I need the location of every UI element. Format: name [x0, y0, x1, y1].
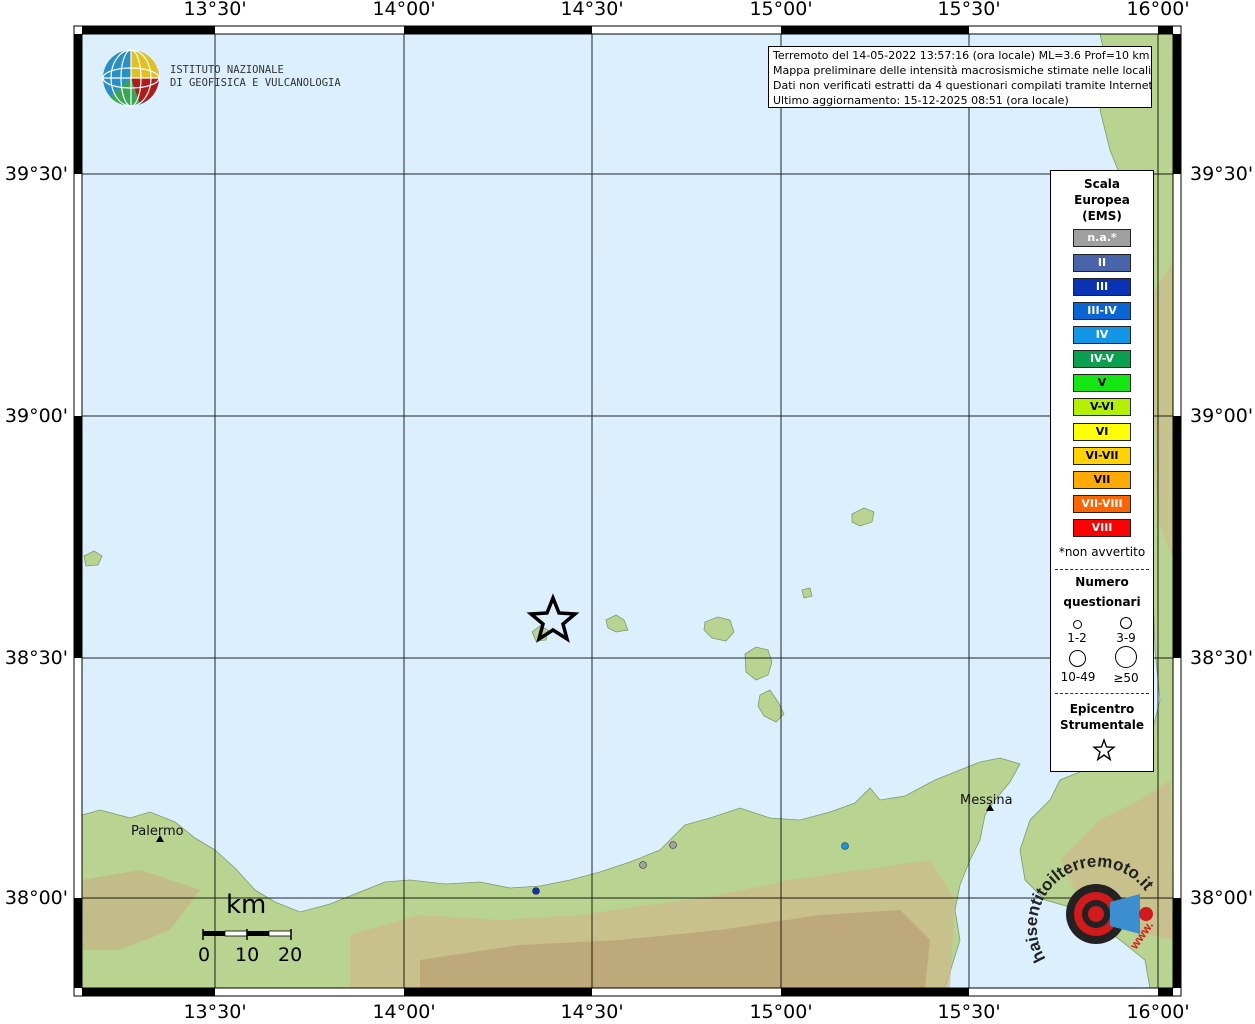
legend-title-line2: Europea: [1074, 193, 1130, 207]
lat-label-right: 38°30': [1190, 647, 1254, 669]
ems-swatch: V-VI: [1073, 398, 1131, 416]
lat-label-left: 38°30': [4, 647, 68, 669]
legend-divider: [1055, 569, 1149, 570]
star-icon: [1092, 738, 1116, 762]
lat-label-right: 39°00': [1190, 405, 1254, 427]
lat-label-right: 39°30': [1190, 163, 1254, 185]
place-label-palermo: Palermo: [131, 824, 184, 839]
ems-swatch: IV: [1073, 326, 1131, 344]
epicenter-title-line2: Strumentale: [1059, 718, 1145, 732]
lon-label-top: 15°30': [937, 0, 1001, 20]
scale-label: 0: [198, 944, 211, 966]
legend-title-line1: Scala: [1083, 177, 1121, 191]
lon-label-top: 16°00': [1126, 0, 1190, 20]
legend-note: *non avvertito: [1058, 545, 1146, 559]
lon-label-top: 13°30': [183, 0, 247, 20]
ems-swatch: n.a.*: [1073, 229, 1131, 247]
scale-ruler: [202, 929, 292, 940]
scale-bar: km 0 10 20: [198, 890, 308, 970]
legend-panel: Scala Europea (EMS) n.a.* II III III-IV IV IV…: [1050, 170, 1154, 772]
count-label: ≥50: [1113, 671, 1139, 685]
event-info-line: Mappa preliminare delle intensità macros…: [773, 64, 1152, 77]
count-circle-small: [1073, 620, 1082, 629]
lat-label-right: 38°00': [1190, 887, 1254, 909]
observation-point: [639, 861, 647, 869]
event-info-box: Terremoto del 14-05-2022 13:57:16 (ora l…: [768, 46, 1152, 108]
ems-swatch: IV-V: [1073, 350, 1131, 368]
ems-swatch: II: [1073, 254, 1131, 272]
lat-label-left: 39°00': [4, 405, 68, 427]
scale-unit: km: [226, 890, 267, 920]
lon-label-bottom: 15°00': [749, 1001, 813, 1023]
place-label-messina: Messina: [960, 793, 1013, 808]
count-label: 10-49: [1060, 670, 1096, 684]
count-label: 1-2: [1067, 631, 1087, 645]
ems-swatch: V: [1073, 374, 1131, 392]
ems-swatch: VIII: [1073, 519, 1131, 537]
observation-point: [532, 887, 540, 895]
event-info-line: Dati non verificati estratti da 4 questi…: [773, 79, 1152, 92]
lon-label-top: 15°00': [749, 0, 813, 20]
count-title-line1: Numero: [1075, 575, 1129, 589]
observation-point: [841, 842, 849, 850]
legend-divider: [1055, 693, 1149, 694]
globe-icon: [102, 49, 160, 107]
ems-swatch: VI-VII: [1073, 447, 1131, 465]
legend-title-line3: (EMS): [1082, 209, 1122, 223]
lon-label-bottom: 14°00': [372, 1001, 436, 1023]
ingv-logo-line2: DI GEOFISICA E VULCANOLOGIA: [170, 77, 341, 89]
ems-swatch: III: [1073, 278, 1131, 296]
count-circle-large: [1069, 650, 1086, 667]
lon-label-bottom: 15°30': [937, 1001, 1001, 1023]
ems-swatch: VI: [1073, 423, 1131, 441]
ingv-logo-line1: ISTITUTO NAZIONALE: [170, 64, 284, 76]
ems-swatch: VII: [1073, 471, 1131, 489]
ems-swatch: III-IV: [1073, 302, 1131, 320]
lon-label-top: 14°00': [372, 0, 436, 20]
scale-label: 10: [235, 944, 260, 966]
event-info-line: Ultimo aggiornamento: 15-12-2025 08:51 (…: [773, 94, 1069, 107]
ingv-logo: ISTITUTO NAZIONALE DI GEOFISICA E VULCAN…: [100, 47, 341, 109]
count-label: 3-9: [1116, 631, 1136, 645]
lon-label-bottom: 16°00': [1126, 1001, 1190, 1023]
target-icon: haisentitoilterremoto.it www.: [1022, 852, 1158, 966]
ingv-logo-text: ISTITUTO NAZIONALE DI GEOFISICA E VULCAN…: [170, 64, 341, 90]
lon-label-bottom: 13°30': [183, 1001, 247, 1023]
observation-point: [669, 841, 677, 849]
scale-label: 20: [278, 944, 303, 966]
lat-label-left: 38°00': [4, 887, 68, 909]
ems-swatch: VII-VIII: [1073, 495, 1131, 513]
epicenter-title-line1: Epicentro: [1069, 702, 1135, 716]
sea: [82, 34, 1173, 988]
lon-label-top: 14°30': [560, 0, 624, 20]
count-circle-medium: [1120, 617, 1132, 629]
haisentito-logo: haisentitoilterremoto.it www.: [1018, 852, 1173, 977]
count-circle-xlarge: [1115, 646, 1137, 668]
event-info-line: Terremoto del 14-05-2022 13:57:16 (ora l…: [773, 49, 1150, 62]
lon-label-bottom: 14°30': [560, 1001, 624, 1023]
island-panarea: [801, 587, 813, 599]
count-title-line2: questionari: [1063, 595, 1141, 609]
lat-label-left: 39°30': [4, 163, 68, 185]
